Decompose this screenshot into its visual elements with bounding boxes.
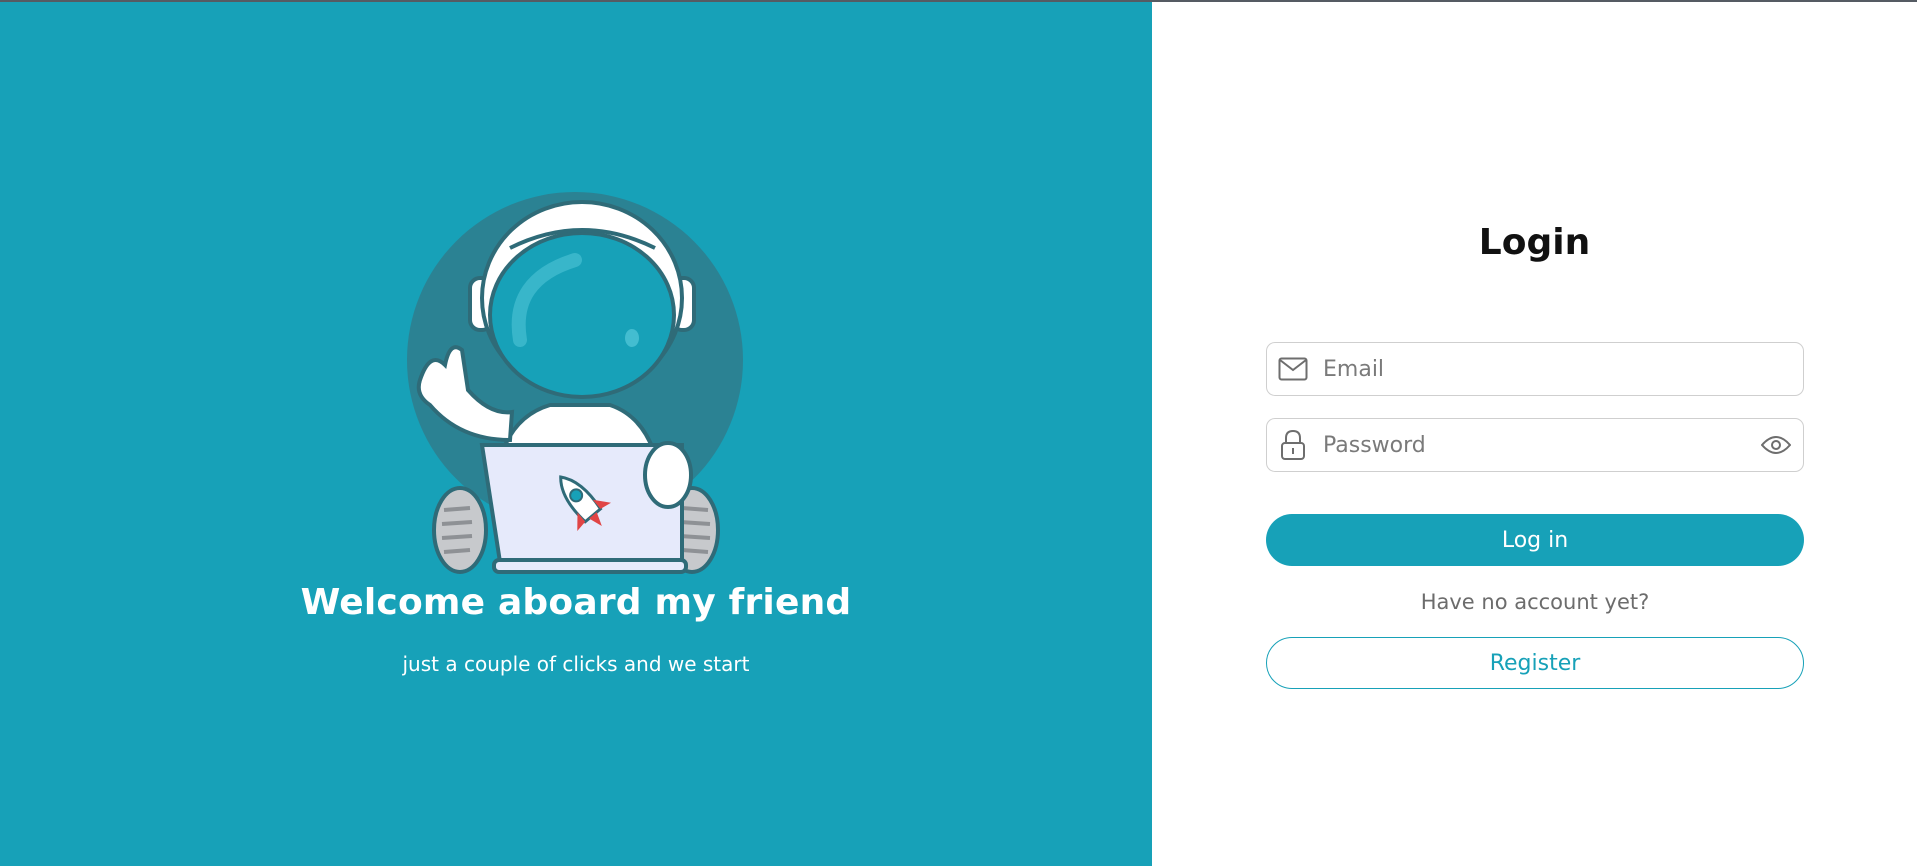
- password-input[interactable]: [1323, 419, 1759, 471]
- login-button[interactable]: Log in: [1266, 514, 1804, 566]
- envelope-icon: [1277, 353, 1309, 385]
- login-title: Login: [1478, 222, 1591, 263]
- welcome-panel: Welcome aboard my friend just a couple o…: [0, 2, 1152, 866]
- lock-icon: [1277, 429, 1309, 461]
- register-button[interactable]: Register: [1266, 637, 1804, 689]
- email-input[interactable]: [1323, 343, 1803, 395]
- welcome-subtitle: just a couple of clicks and we start: [402, 652, 750, 676]
- login-panel: Login Email Log in Have no account yet? …: [1152, 2, 1917, 866]
- email-field[interactable]: [1266, 342, 1804, 396]
- astronaut-illustration: [407, 192, 743, 574]
- welcome-title: Welcome aboard my friend: [300, 582, 852, 623]
- password-field[interactable]: [1266, 418, 1804, 472]
- login-page: Welcome aboard my friend just a couple o…: [0, 0, 1917, 866]
- eye-icon[interactable]: [1759, 428, 1793, 462]
- no-account-text: Have no account yet?: [1420, 590, 1650, 614]
